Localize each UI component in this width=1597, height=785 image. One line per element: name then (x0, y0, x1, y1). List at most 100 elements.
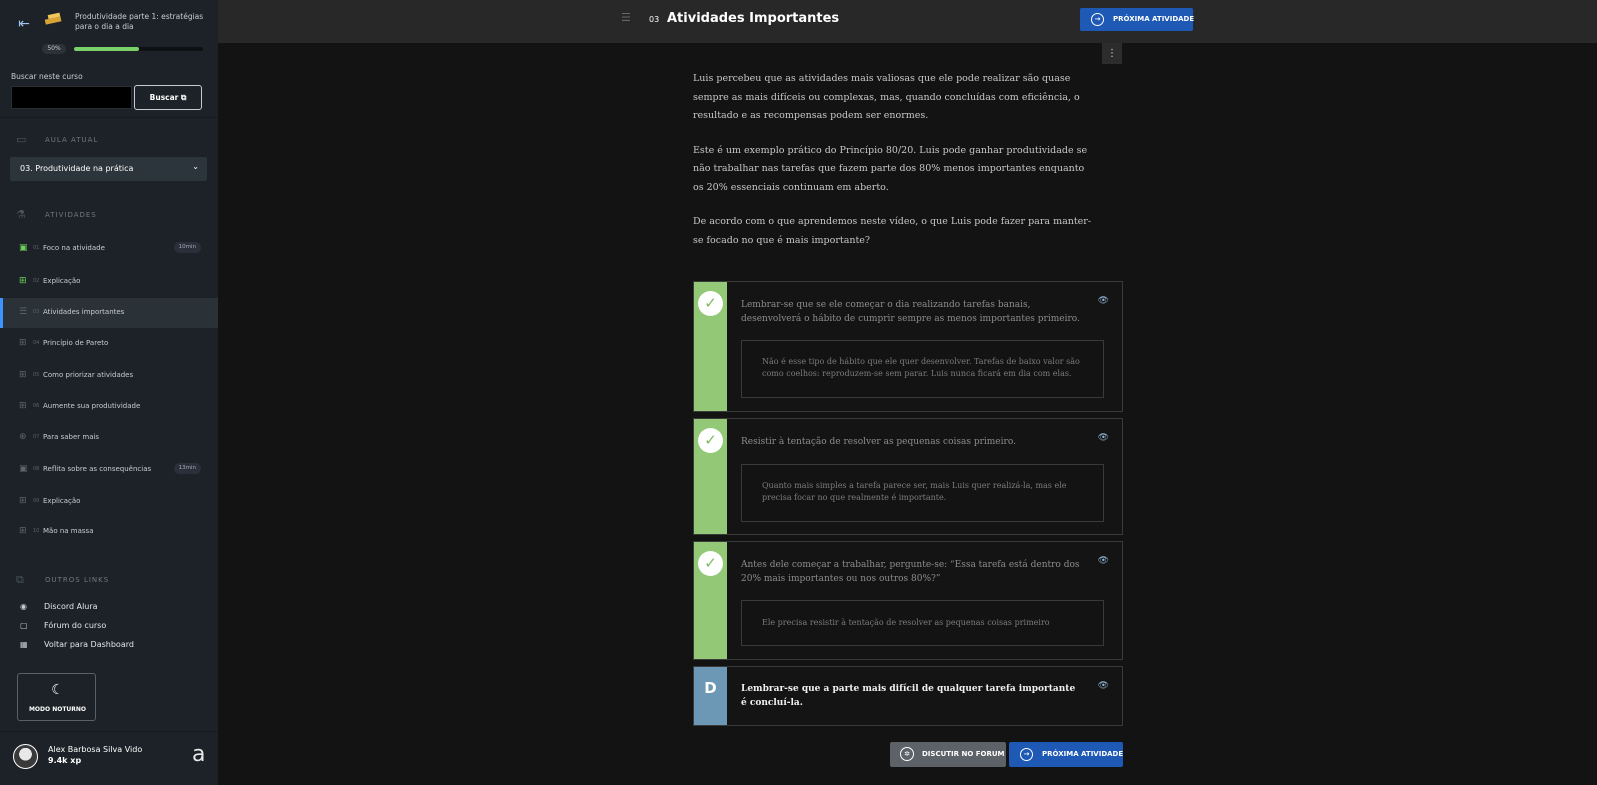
activity-item[interactable]: ⊞ 04 Princípio de Pareto (0, 329, 218, 359)
answer-option[interactable]: ✓ Lembrar-se que se ele começar o dia re… (693, 281, 1123, 412)
activity-duration: 10min (173, 242, 201, 253)
video-icon: ▣ (19, 464, 28, 474)
correct-marker: ✓ (694, 419, 727, 534)
activity-item[interactable]: ⊞ 09 Explicação (0, 487, 218, 517)
check-icon: ✓ (698, 551, 723, 576)
plus-circle-icon: ⊕ (19, 432, 27, 442)
answer-option[interactable]: ✓ Resistir à tentação de resolver as peq… (693, 418, 1123, 535)
activity-item-active[interactable]: ☰ 03 Atividades importantes (0, 298, 218, 328)
current-lesson-heading: ▭ AULA ATUAL (0, 133, 218, 149)
user-name[interactable]: Alex Barbosa Silva Vido (48, 745, 142, 754)
activity-label: Para saber mais (43, 433, 100, 441)
search-input[interactable] (11, 86, 132, 109)
next-activity-button-top[interactable]: → PRÓXIMA ATIVIDADE (1080, 8, 1195, 31)
user-bar: Alex Barbosa Silva Vido 9.4k xp a (0, 731, 218, 785)
activity-number: 06 (33, 403, 40, 409)
page-title: Atividades Importantes (667, 11, 840, 26)
lifebuoy-icon: ✲ (900, 747, 914, 761)
option-letter: D (704, 679, 717, 697)
arrow-right-icon: → (1091, 13, 1104, 26)
book-icon: ▭ (16, 133, 27, 146)
option-feedback: Quanto mais simples a tarefa parece ser,… (741, 464, 1104, 522)
link-label: Discord Alura (44, 602, 98, 611)
eye-icon[interactable]: 👁 (1098, 681, 1109, 691)
activity-item[interactable]: ⊕ 07 Para saber mais (0, 423, 218, 453)
moon-icon: ☾ (51, 682, 64, 698)
activity-item[interactable]: ⊞ 05 Como priorizar atividades (0, 361, 218, 391)
eye-icon[interactable]: 👁 (1098, 433, 1109, 443)
lesson-select-value: 03. Produtividade na prática (20, 164, 134, 173)
option-feedback: Não é esse tipo de hábito que ele quer d… (741, 340, 1104, 398)
course-header: ⇤ Produtividade parte 1: estratégias par… (0, 0, 218, 62)
activities-heading-label: ATIVIDADES (45, 211, 97, 219)
activity-number: 07 (33, 434, 40, 440)
activity-number: 08 (33, 466, 40, 472)
discuss-forum-button[interactable]: ✲ DISCUTIR NO FORUM (890, 742, 1006, 767)
activity-label: Mão na massa (43, 527, 94, 535)
book-icon: ⊞ (19, 370, 27, 380)
activity-item[interactable]: ⊞ 06 Aumente sua produtividade (0, 392, 218, 422)
lesson-select[interactable]: 03. Produtividade na prática ⌄ (10, 157, 207, 181)
search-button[interactable]: Buscar ⧉ (134, 85, 202, 110)
course-search: Buscar neste curso Buscar ⧉ (0, 62, 218, 118)
option-letter-marker: D (694, 667, 727, 725)
activity-item[interactable]: ⊞ 10 Mão na massa (0, 517, 218, 547)
sidebar: ⇤ Produtividade parte 1: estratégias par… (0, 0, 218, 785)
book-icon: ⊞ (19, 276, 27, 286)
more-options-icon[interactable]: ⋮ (1102, 43, 1122, 64)
alura-logo-icon[interactable]: a (192, 742, 205, 767)
activity-number: 05 (33, 372, 40, 378)
external-link-icon: ⧉ (181, 93, 187, 102)
collapse-menu-icon[interactable]: ⇤ (14, 14, 34, 34)
dashboard-icon: ▦ (20, 640, 28, 649)
video-icon: ▣ (19, 243, 28, 253)
flask-icon: ⚗ (16, 208, 26, 221)
arrow-right-icon: → (1020, 748, 1033, 761)
activity-label: Como priorizar atividades (43, 371, 134, 379)
next-activity-label: PRÓXIMA ATIVIDADE (1042, 750, 1124, 758)
activity-number: 04 (33, 340, 40, 346)
link-label: Fórum do curso (44, 621, 107, 630)
activity-label: Princípio de Pareto (43, 339, 109, 347)
current-lesson-heading-label: AULA ATUAL (45, 136, 99, 144)
answer-option-selected[interactable]: D Lembrar-se que a parte mais difícil de… (693, 666, 1123, 726)
eye-icon[interactable]: 👁 (1098, 296, 1109, 306)
activity-duration: 13min (173, 463, 201, 474)
other-links-heading-label: OUTROS LINKS (45, 576, 110, 584)
night-mode-button[interactable]: ☾ MODO NOTURNO (17, 673, 96, 721)
night-mode-label: MODO NOTURNO (28, 706, 87, 713)
topbar: ☰ 03 Atividades Importantes → PRÓXIMA AT… (218, 0, 1597, 43)
activity-label: Explicação (43, 277, 81, 285)
activity-number: 03 (649, 15, 660, 24)
activities-heading: ⚗ ATIVIDADES (0, 208, 218, 224)
book-icon: ⊞ (19, 496, 27, 506)
check-icon: ✓ (698, 291, 723, 316)
activity-label: Aumente sua produtividade (43, 402, 141, 410)
activity-label: Foco na atividade (43, 244, 105, 252)
activity-item[interactable]: ▣ 01 Foco na atividade 10min (0, 234, 218, 264)
list-icon: ☰ (621, 11, 631, 24)
book-icon: ⊞ (19, 526, 27, 536)
option-text: Resistir à tentação de resolver as peque… (741, 437, 1016, 447)
check-icon: ✓ (698, 428, 723, 453)
correct-marker: ✓ (694, 542, 727, 659)
course-logo-icon (44, 12, 62, 25)
activity-number: 10 (33, 528, 40, 534)
avatar[interactable] (13, 744, 38, 769)
discord-icon: ◉ (20, 602, 27, 611)
statement-paragraph: Este é um exemplo prático do Princípio 8… (693, 144, 1088, 193)
activity-item[interactable]: ▣ 08 Reflita sobre as consequências 13mi… (0, 455, 218, 485)
links-icon: ⧉ (16, 573, 24, 586)
next-activity-label: PRÓXIMA ATIVIDADE (1113, 15, 1195, 23)
other-links-heading: ⧉ OUTROS LINKS (0, 573, 218, 589)
answer-option[interactable]: ✓ Antes dele começar a trabalhar, pergun… (693, 541, 1123, 660)
next-activity-button-bottom[interactable]: → PRÓXIMA ATIVIDADE (1009, 742, 1123, 767)
activity-number: 01 (33, 245, 40, 251)
progress-percent: 50% (42, 44, 66, 54)
eye-icon[interactable]: 👁 (1098, 556, 1109, 566)
activity-item[interactable]: ⊞ 02 Explicação (0, 267, 218, 297)
statement-paragraph: Luis percebeu que as atividades mais val… (693, 73, 1080, 121)
course-title[interactable]: Produtividade parte 1: estratégias para … (75, 12, 210, 32)
option-text: Lembrar-se que a parte mais difícil de q… (741, 684, 1076, 708)
chevron-down-icon: ⌄ (192, 162, 199, 171)
